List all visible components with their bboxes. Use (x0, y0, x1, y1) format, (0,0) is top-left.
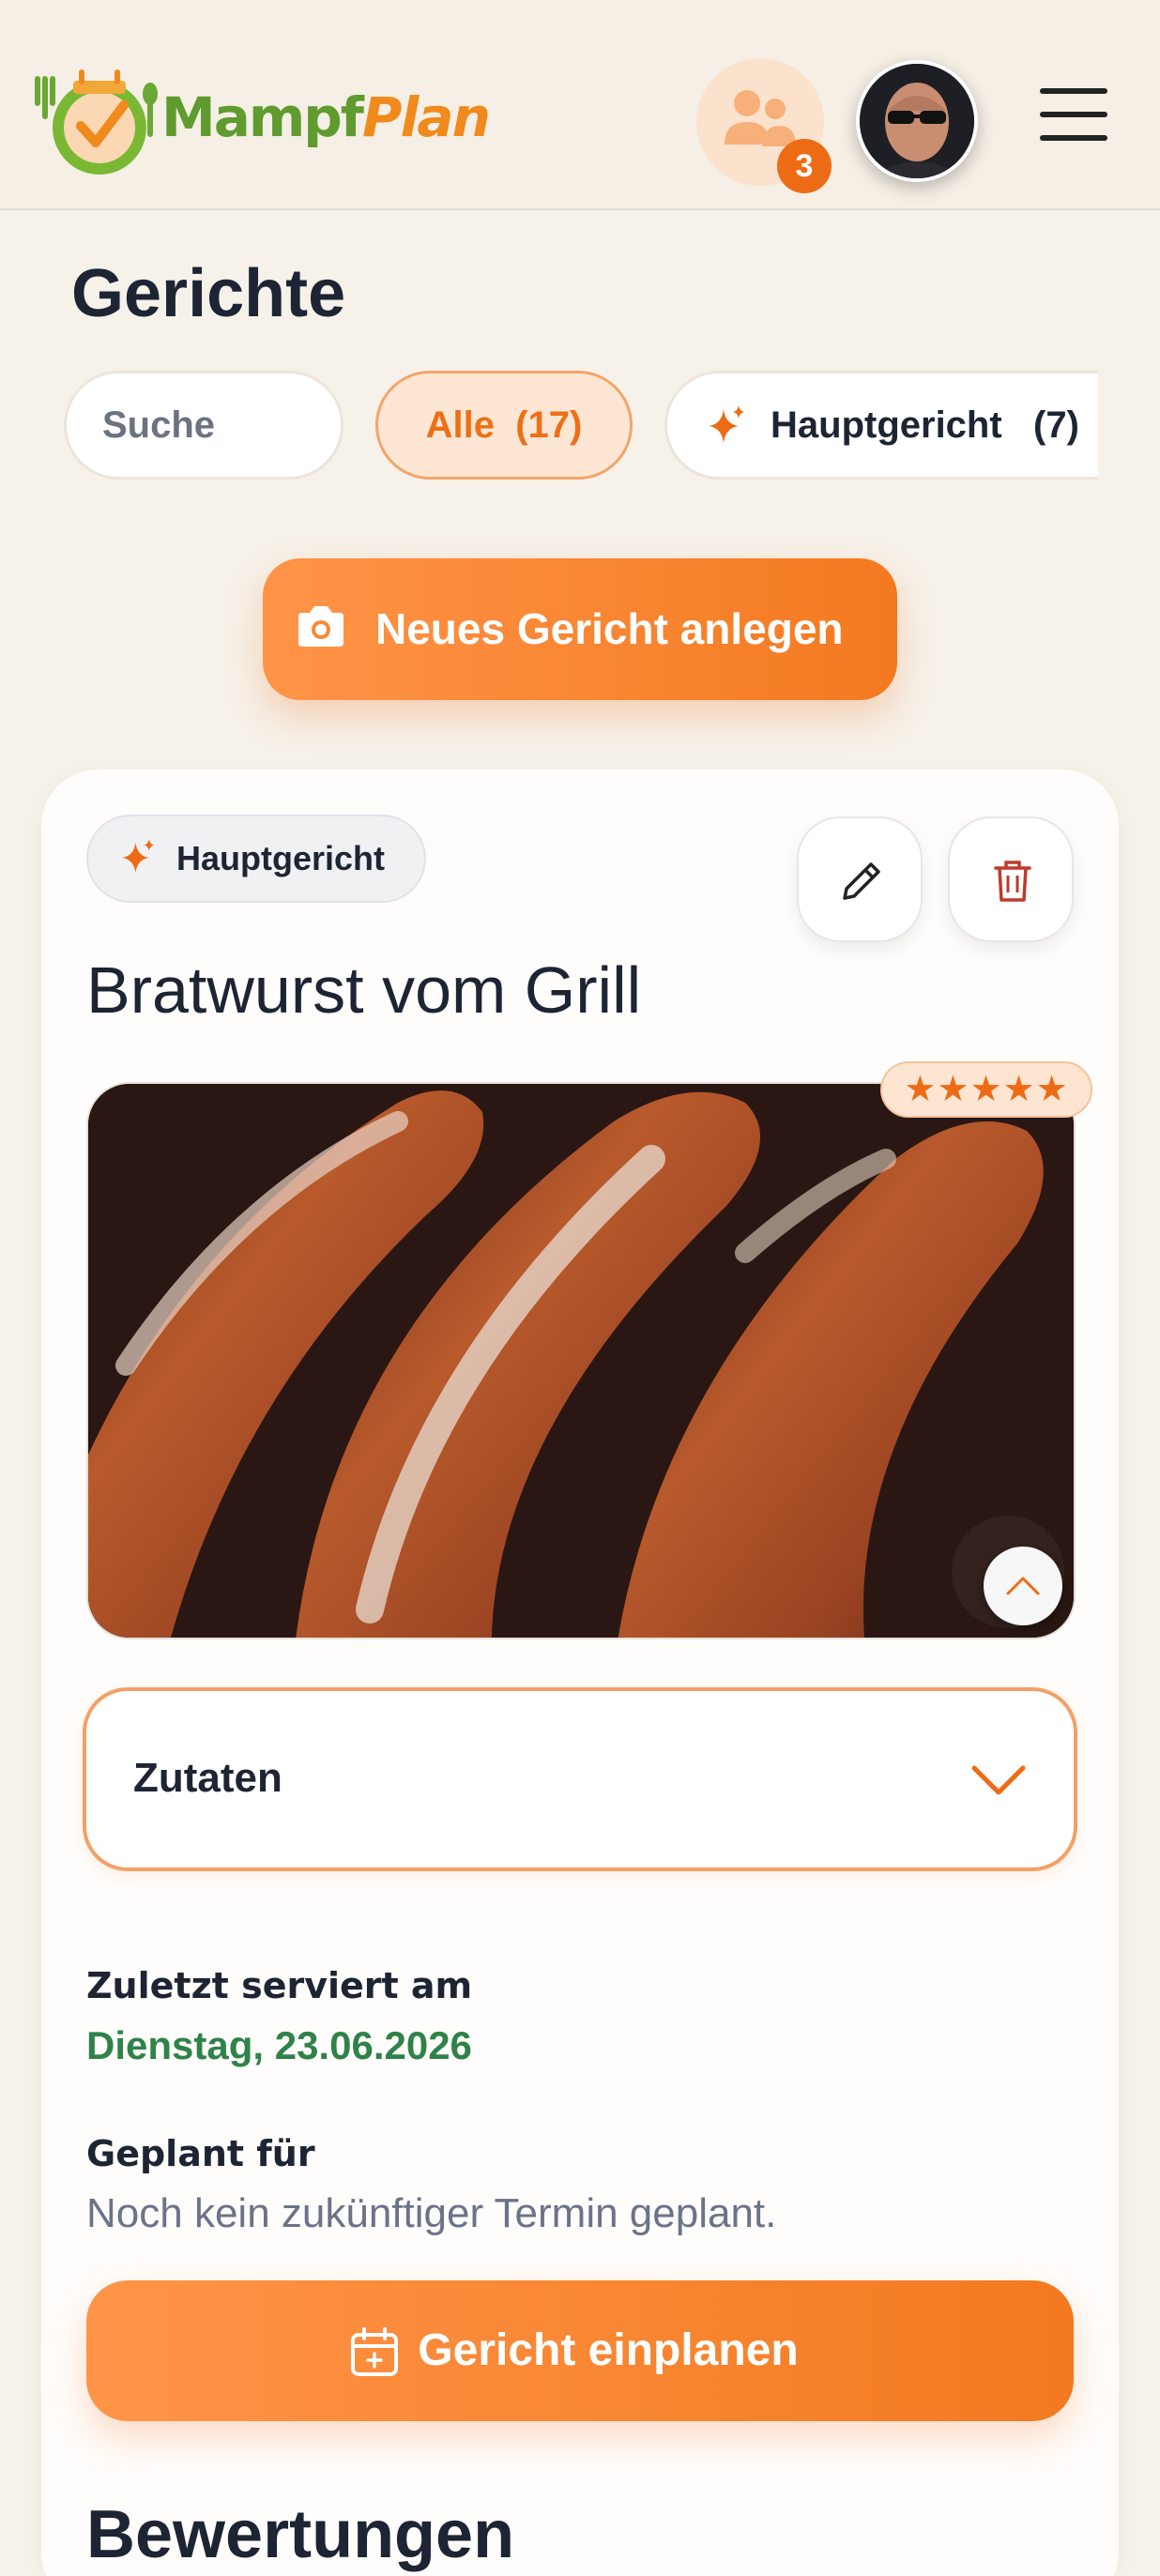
filter-chip-all-label: Alle (425, 404, 495, 446)
filter-chip-all[interactable]: Alle (17) (375, 371, 633, 480)
pencil-icon (843, 862, 880, 900)
filter-chip-main-course-count: (7) (1033, 404, 1079, 446)
search-input[interactable]: Suche (64, 371, 343, 480)
brand-name[interactable]: MampfPlan (161, 90, 491, 145)
app-logo-icon[interactable] (24, 62, 165, 178)
page-title: Gerichte (71, 256, 346, 331)
filter-chip-main-course-label: Hauptgericht (771, 404, 1002, 446)
ingredients-label: Zutaten (133, 1755, 282, 1801)
dish-photo-image (88, 1084, 1074, 1638)
household-count-badge: 3 (777, 139, 832, 193)
planned-label: Geplant für (86, 2133, 315, 2174)
plan-dish-button[interactable]: Gericht einplanen (86, 2280, 1074, 2421)
camera-icon (298, 606, 343, 647)
dish-title: Bratwurst vom Grill (86, 953, 642, 1027)
filter-chip-main-course[interactable]: Hauptgericht (7) (664, 371, 1098, 480)
plan-dish-label: Gericht einplanen (418, 2325, 799, 2375)
sparkle-icon (122, 839, 155, 874)
category-badge: Hauptgericht (86, 815, 426, 903)
sparkle-icon (709, 405, 744, 443)
dish-photo (86, 1082, 1076, 1639)
trash-icon (994, 861, 1031, 902)
rating-badge: ★★★★★ (880, 1061, 1092, 1118)
chevron-down-icon (971, 1765, 1026, 1795)
user-avatar[interactable] (856, 60, 978, 182)
reviews-heading: Bewertungen (86, 2497, 515, 2572)
chevron-up-icon (1006, 1577, 1040, 1595)
app-header: MampfPlan 3 (0, 0, 1160, 210)
menu-icon[interactable] (1040, 88, 1107, 145)
filter-chip-all-count: (17) (515, 404, 583, 446)
collapse-image-button[interactable] (984, 1547, 1062, 1625)
last-served-label: Zuletzt serviert am (86, 1965, 473, 2006)
ingredients-toggle[interactable]: Zutaten (83, 1687, 1077, 1871)
new-dish-button[interactable]: Neues Gericht anlegen (263, 558, 897, 700)
brand-name-part1: Mampf (161, 85, 364, 149)
avatar-image (860, 64, 974, 178)
edit-button[interactable] (797, 816, 923, 942)
last-served-date: Dienstag, 23.06.2026 (86, 2023, 472, 2067)
brand-name-part2: Plan (362, 85, 491, 149)
delete-button[interactable] (948, 816, 1074, 942)
new-dish-label: Neues Gericht anlegen (375, 604, 844, 653)
filter-bar: Suche Alle (17) Hauptgericht (7) (0, 357, 1098, 497)
category-badge-label: Hauptgericht (176, 839, 386, 877)
calendar-add-icon (351, 2327, 398, 2376)
planned-text: Noch kein zukünftiger Termin geplant. (86, 2190, 777, 2236)
